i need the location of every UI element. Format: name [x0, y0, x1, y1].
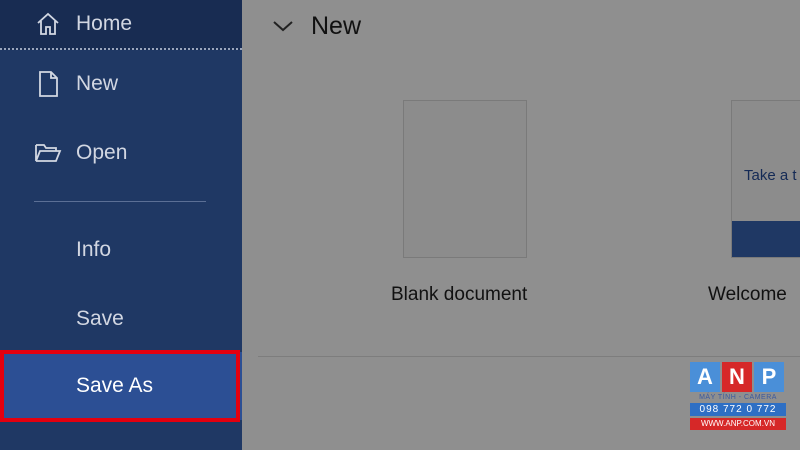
- logo-letter-p: P: [754, 362, 784, 392]
- welcome-template-thumbnail[interactable]: Take a t: [731, 100, 800, 258]
- sidebar-item-info[interactable]: Info: [0, 220, 242, 280]
- logo-website: WWW.ANP.COM.VN: [690, 418, 786, 430]
- sidebar-divider: [34, 201, 206, 202]
- template-label: Blank document: [391, 284, 528, 305]
- folder-open-icon: [34, 139, 62, 167]
- sidebar-item-open[interactable]: Open: [0, 123, 242, 183]
- thumbnail-banner: [732, 221, 800, 257]
- sidebar-item-home[interactable]: Home: [0, 0, 242, 50]
- blank-document-thumbnail[interactable]: [403, 100, 527, 258]
- logo-letter-n: N: [722, 362, 752, 392]
- anp-watermark-logo: A N P MÁY TÍNH - CAMERA 098 772 0 772 WW…: [690, 362, 786, 442]
- backstage-sidebar: Home New Open Info Save Save As: [0, 0, 242, 450]
- home-icon: [34, 10, 62, 38]
- sidebar-item-label: Info: [76, 238, 112, 261]
- sidebar-item-label: Save: [76, 307, 124, 330]
- document-icon: [34, 70, 62, 98]
- sidebar-item-save-as[interactable]: Save As: [0, 352, 242, 420]
- sidebar-item-label: Save As: [76, 374, 154, 397]
- sidebar-item-new[interactable]: New: [0, 54, 242, 114]
- thumbnail-text: Take a t: [744, 167, 797, 184]
- chevron-down-icon[interactable]: [272, 18, 294, 34]
- logo-letter-a: A: [690, 362, 720, 392]
- section-title: New: [311, 12, 362, 40]
- section-divider: [258, 356, 800, 357]
- sidebar-item-label: Home: [76, 12, 133, 36]
- logo-subtitle: MÁY TÍNH - CAMERA: [699, 394, 777, 401]
- template-label: Welcome: [708, 284, 787, 305]
- logo-phone: 098 772 0 772: [690, 403, 786, 416]
- sidebar-item-label: Open: [76, 141, 128, 164]
- sidebar-item-label: New: [76, 72, 119, 95]
- sidebar-item-save[interactable]: Save: [0, 289, 242, 349]
